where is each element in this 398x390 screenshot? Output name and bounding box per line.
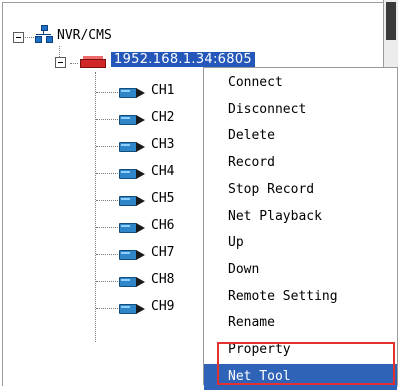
tree-line-root-horizontal xyxy=(23,37,34,38)
menu-item-delete[interactable]: Delete xyxy=(204,123,397,149)
root-collapse-toggle[interactable] xyxy=(13,32,24,43)
channel-label[interactable]: CH9 xyxy=(151,299,174,314)
camera-icon xyxy=(119,221,147,233)
menu-item-net-playback[interactable]: Net Playback xyxy=(204,204,397,230)
channel-label[interactable]: CH5 xyxy=(151,191,174,206)
tree-line-channel xyxy=(96,200,118,201)
tree-line-channel xyxy=(96,119,118,120)
root-node-label[interactable]: NVR/CMS xyxy=(57,28,112,43)
tree-line-channel xyxy=(96,281,118,282)
menu-item-record[interactable]: Record xyxy=(204,150,397,176)
menu-item-connect[interactable]: Connect xyxy=(204,70,397,96)
channel-label[interactable]: CH1 xyxy=(151,83,174,98)
tree-line-channel xyxy=(96,254,118,255)
camera-icon xyxy=(119,248,147,260)
channel-label[interactable]: CH3 xyxy=(151,137,174,152)
channel-label[interactable]: CH2 xyxy=(151,110,174,125)
tree-line-channel xyxy=(96,173,118,174)
menu-item-down[interactable]: Down xyxy=(204,257,397,283)
network-icon xyxy=(35,25,53,43)
tree-line-channel xyxy=(96,227,118,228)
channel-label[interactable]: CH7 xyxy=(151,245,174,260)
channel-label[interactable]: CH4 xyxy=(151,164,174,179)
scrollbar-thumb[interactable] xyxy=(386,2,396,40)
channel-label[interactable]: CH8 xyxy=(151,272,174,287)
menu-item-up[interactable]: Up xyxy=(204,230,397,256)
menu-item-stop-record[interactable]: Stop Record xyxy=(204,177,397,203)
camera-icon xyxy=(119,167,147,179)
menu-item-rename[interactable]: Rename xyxy=(204,310,397,336)
device-node-label[interactable]: 1952.168.1.34:6805 xyxy=(110,51,256,68)
device-collapse-toggle[interactable] xyxy=(55,57,66,68)
camera-icon xyxy=(119,86,147,98)
tree-line-channel xyxy=(96,146,118,147)
context-menu: Connect Disconnect Delete Record Stop Record… xyxy=(203,67,398,390)
tree-line-channel xyxy=(96,308,118,309)
highlight-annotation-box xyxy=(217,342,395,385)
tree-line-channel xyxy=(96,92,118,93)
camera-icon xyxy=(119,113,147,125)
camera-icon xyxy=(119,275,147,287)
dvr-device-icon xyxy=(80,56,106,68)
menu-item-remote-setting[interactable]: Remote Setting xyxy=(204,284,397,310)
camera-icon xyxy=(119,194,147,206)
tree-line-device-horizontal xyxy=(70,63,78,64)
camera-icon xyxy=(119,140,147,152)
tree-line-channels-vertical xyxy=(95,72,96,342)
menu-item-disconnect[interactable]: Disconnect xyxy=(204,97,397,123)
channel-label[interactable]: CH6 xyxy=(151,218,174,233)
camera-icon xyxy=(119,302,147,314)
